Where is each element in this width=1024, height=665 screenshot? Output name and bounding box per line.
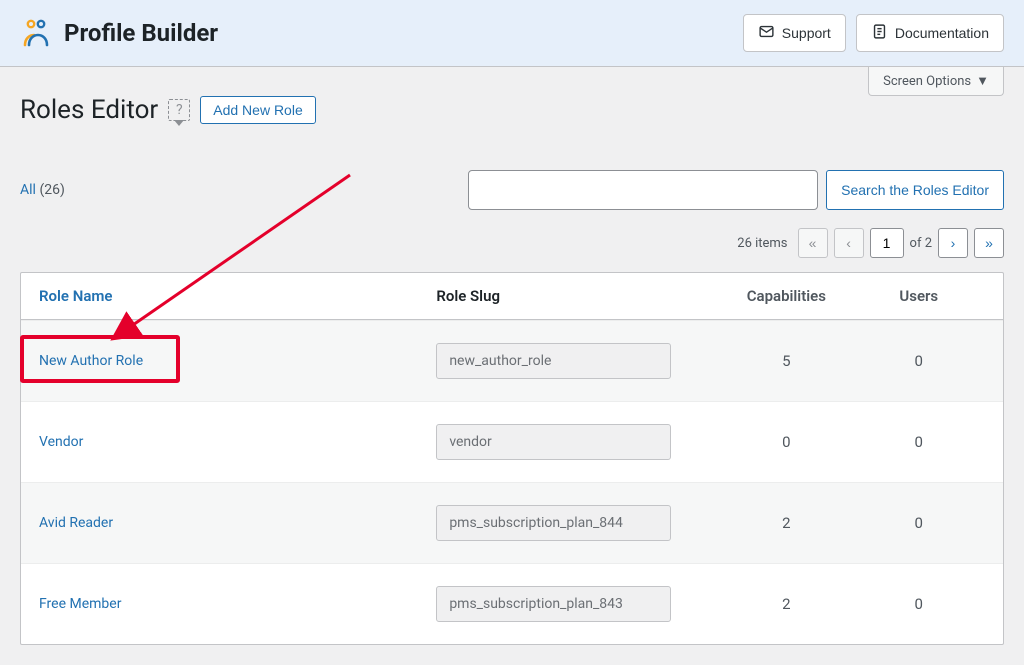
screen-options-button[interactable]: Screen Options ▼ <box>868 67 1004 96</box>
col-header-capabilities: Capabilities <box>720 287 852 305</box>
col-header-slug: Role Slug <box>436 287 720 305</box>
chevron-down-icon: ▼ <box>976 73 989 89</box>
role-capabilities-value: 0 <box>720 433 852 451</box>
pager-of-label: of 2 <box>910 236 932 251</box>
topbar-actions: Support Documentation <box>743 14 1004 52</box>
mail-icon <box>758 23 775 43</box>
documentation-button[interactable]: Documentation <box>856 14 1004 52</box>
page-title: Roles Editor <box>20 95 158 125</box>
brand: Profile Builder <box>20 17 218 49</box>
pager-next-button[interactable]: › <box>938 228 968 258</box>
pagination-row: 26 items « ‹ of 2 › » <box>20 228 1004 258</box>
search-input[interactable] <box>468 170 818 210</box>
role-users-value: 0 <box>853 433 985 451</box>
table-row: New Author Role new_author_role 5 0 <box>21 320 1003 401</box>
role-slug-value: pms_subscription_plan_844 <box>436 505 671 541</box>
role-name-link[interactable]: Avid Reader <box>39 515 113 531</box>
filter-row: All (26) Search the Roles Editor <box>20 170 1004 210</box>
role-users-value: 0 <box>853 595 985 613</box>
pager-last-button[interactable]: » <box>974 228 1004 258</box>
role-slug-value: pms_subscription_plan_843 <box>436 586 671 622</box>
filter-all-count: (26) <box>39 182 64 198</box>
pager-prev-button[interactable]: ‹ <box>834 228 864 258</box>
table-row: Free Member pms_subscription_plan_843 2 … <box>21 563 1003 644</box>
role-capabilities-value: 5 <box>720 352 852 370</box>
role-name-link[interactable]: Free Member <box>39 596 121 612</box>
search-button[interactable]: Search the Roles Editor <box>826 170 1004 210</box>
documentation-label: Documentation <box>895 25 989 41</box>
document-icon <box>871 23 888 43</box>
support-button[interactable]: Support <box>743 14 846 52</box>
col-header-users: Users <box>853 287 985 305</box>
role-name-link[interactable]: New Author Role <box>39 353 143 369</box>
role-users-value: 0 <box>853 514 985 532</box>
table-header: Role Name Role Slug Capabilities Users <box>21 273 1003 320</box>
items-count-label: 26 items <box>737 236 787 251</box>
roles-table: Role Name Role Slug Capabilities Users N… <box>20 272 1004 645</box>
role-capabilities-value: 2 <box>720 514 852 532</box>
top-bar: Profile Builder Support Documentation <box>0 0 1024 67</box>
role-users-value: 0 <box>853 352 985 370</box>
table-row: Avid Reader pms_subscription_plan_844 2 … <box>21 482 1003 563</box>
help-icon[interactable]: ? <box>168 99 190 121</box>
pager-page-input[interactable] <box>870 228 904 258</box>
brand-logo-icon <box>20 17 52 49</box>
heading-row: Roles Editor ? Add New Role <box>20 95 1004 125</box>
role-slug-value: new_author_role <box>436 343 671 379</box>
brand-title: Profile Builder <box>64 19 218 47</box>
role-slug-value: vendor <box>436 424 671 460</box>
pager-first-button[interactable]: « <box>798 228 828 258</box>
pager: « ‹ of 2 › » <box>798 228 1004 258</box>
filter-all-label: All <box>20 182 36 198</box>
col-header-name[interactable]: Role Name <box>39 287 436 305</box>
role-name-link[interactable]: Vendor <box>39 434 83 450</box>
role-capabilities-value: 2 <box>720 595 852 613</box>
search-group: Search the Roles Editor <box>468 170 1004 210</box>
filter-all[interactable]: All (26) <box>20 182 65 198</box>
screen-options-label: Screen Options <box>883 74 971 89</box>
page-body: Screen Options ▼ Roles Editor ? Add New … <box>0 67 1024 665</box>
add-new-role-button[interactable]: Add New Role <box>200 96 316 124</box>
table-row: Vendor vendor 0 0 <box>21 401 1003 482</box>
support-label: Support <box>782 25 831 41</box>
